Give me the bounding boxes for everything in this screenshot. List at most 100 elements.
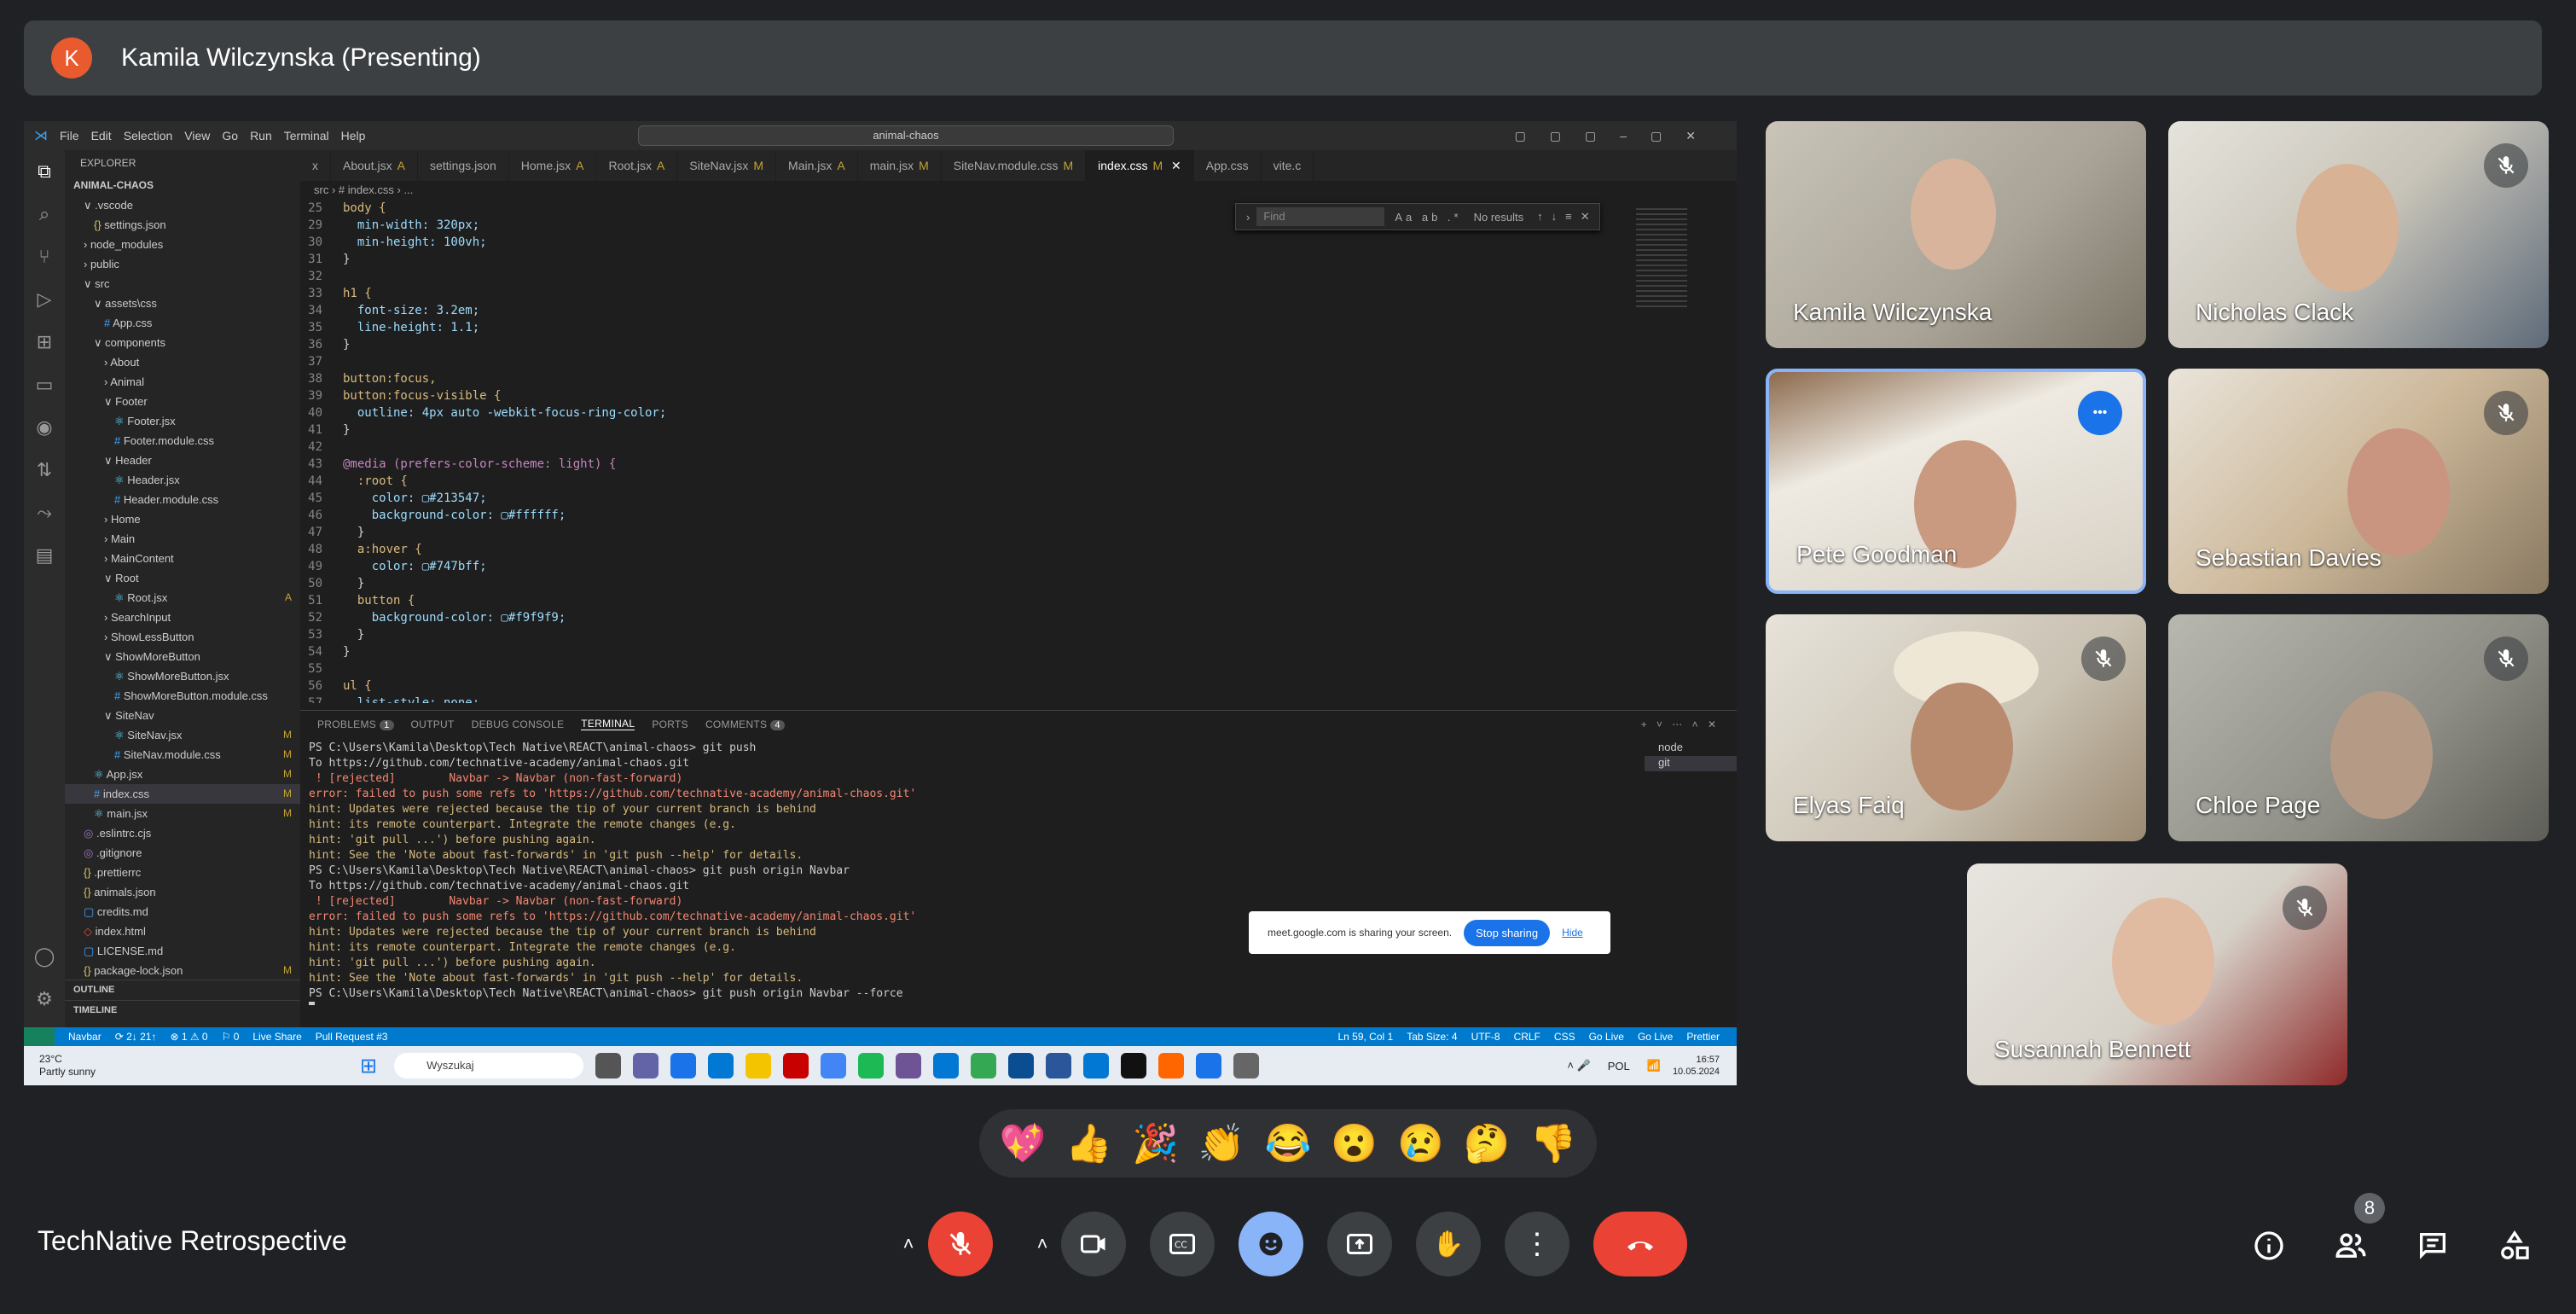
tree-item[interactable]: ◎ .eslintrc.cjs — [65, 823, 300, 843]
menu-item[interactable]: Edit — [91, 129, 112, 142]
editor-tab[interactable]: settings.json — [418, 150, 509, 181]
tree-item[interactable]: ∨ SiteNav — [65, 706, 300, 725]
explorer-icon[interactable]: ⧉ — [24, 150, 65, 193]
participant-tile-active[interactable]: ••• Pete Goodman — [1766, 369, 2146, 594]
remote-explorer-icon[interactable]: ▭ — [24, 363, 65, 406]
hide-link[interactable]: Hide — [1562, 927, 1583, 939]
search-icon[interactable]: ⌕ — [24, 193, 65, 235]
status-item[interactable]: UTF-8 — [1471, 1031, 1500, 1043]
taskbar-app-icon[interactable] — [1008, 1053, 1035, 1079]
editor-tab[interactable]: About.jsx A — [331, 150, 418, 181]
tree-item[interactable]: ⚛ main.jsx M — [65, 804, 300, 823]
chat-icon[interactable] — [2411, 1224, 2455, 1268]
taskbar-app-icon[interactable] — [633, 1053, 659, 1079]
tray-icons[interactable]: ˄ 🎤 — [1567, 1059, 1590, 1073]
tree-item[interactable]: ∨ components — [65, 333, 300, 352]
reaction-emoji[interactable]: 💖 — [999, 1121, 1046, 1166]
more-options-button[interactable]: ⋮ — [1505, 1212, 1569, 1276]
camera-toggle-button[interactable] — [1061, 1212, 1126, 1276]
tree-item[interactable]: › Home — [65, 509, 300, 529]
taskbar-app-icon[interactable] — [1233, 1053, 1260, 1079]
code-editor[interactable]: 25 body {29 min-width: 320px; 30 min-heigh… — [300, 200, 1639, 703]
tree-item[interactable]: ⚛ ShowMoreButton.jsx — [65, 666, 300, 686]
tree-item[interactable]: {} settings.json — [65, 215, 300, 235]
tree-item[interactable]: ⚛ Header.jsx — [65, 470, 300, 490]
command-center-search[interactable]: animal-chaos — [638, 125, 1174, 146]
reaction-emoji[interactable]: 😢 — [1397, 1121, 1444, 1166]
panel-tab[interactable]: COMMENTS 4 — [705, 718, 785, 730]
status-item[interactable]: Live Share — [252, 1031, 301, 1043]
audio-options-chevron-icon[interactable]: ˄ — [884, 1212, 933, 1276]
tree-item[interactable]: › ShowLessButton — [65, 627, 300, 647]
tree-item[interactable]: › MainContent — [65, 549, 300, 568]
video-options-chevron-icon[interactable]: ˄ — [1018, 1212, 1066, 1276]
taskbar-app-icon[interactable] — [1196, 1053, 1222, 1079]
participant-tile[interactable]: Susannah Bennett — [1967, 863, 2347, 1085]
tree-item[interactable]: # App.css — [65, 313, 300, 333]
remote-indicator-icon[interactable] — [24, 1027, 55, 1046]
taskbar-app-icon[interactable] — [858, 1053, 885, 1079]
status-item[interactable]: CSS — [1554, 1031, 1575, 1043]
weather-widget[interactable]: 23°C Partly sunny — [39, 1053, 96, 1079]
taskbar-app-icon[interactable] — [1046, 1053, 1072, 1079]
taskbar-app-icon[interactable] — [1121, 1053, 1147, 1079]
status-item[interactable]: Go Live — [1638, 1031, 1673, 1043]
tree-item[interactable]: # index.css M — [65, 784, 300, 804]
tree-item[interactable]: ∨ src — [65, 274, 300, 294]
reaction-emoji[interactable]: 🎉 — [1132, 1121, 1179, 1166]
reaction-emoji[interactable]: 😂 — [1265, 1121, 1312, 1166]
network-icon[interactable]: 📶 — [1647, 1059, 1661, 1073]
editor-tab[interactable]: Home.jsx A — [509, 150, 597, 181]
source-control-icon[interactable]: ⑂ — [24, 235, 65, 278]
panel-tab[interactable]: PORTS — [652, 718, 688, 730]
participant-tile[interactable]: Nicholas Clack — [2168, 121, 2549, 348]
comments-icon[interactable]: ▤ — [24, 534, 65, 577]
tree-item[interactable]: ◎ .gitignore — [65, 843, 300, 863]
timeline-section[interactable]: TIMELINE — [65, 1000, 300, 1020]
panel-tab[interactable]: PROBLEMS 1 — [317, 718, 394, 730]
participant-tile[interactable]: Chloe Page — [2168, 614, 2549, 841]
breadcrumb[interactable]: src › # index.css › ... — [300, 181, 1737, 200]
minimap[interactable] — [1627, 200, 1721, 703]
editor-tab[interactable]: x — [300, 150, 331, 181]
tree-item[interactable]: ∨ assets\css — [65, 294, 300, 313]
tree-item[interactable]: ⚛ Footer.jsx — [65, 411, 300, 431]
tree-item[interactable]: ▢ credits.md — [65, 902, 300, 922]
tree-item[interactable]: # ShowMoreButton.module.css — [65, 686, 300, 706]
tree-item[interactable]: ▢ LICENSE.md — [65, 941, 300, 961]
mic-toggle-button[interactable] — [928, 1212, 993, 1276]
tree-item[interactable]: {} package-lock.json M — [65, 961, 300, 980]
taskbar-app-icon[interactable] — [595, 1053, 622, 1079]
raise-hand-button[interactable]: ✋ — [1416, 1212, 1481, 1276]
panel-tab[interactable]: DEBUG CONSOLE — [472, 718, 565, 730]
find-input[interactable]: Find — [1256, 207, 1385, 226]
extensions-icon[interactable]: ⊞ — [24, 321, 65, 363]
status-item[interactable]: ⊗ 1 ⚠ 0 — [170, 1031, 207, 1043]
editor-tab[interactable]: Root.jsx A — [596, 150, 678, 181]
taskbar-app-icon[interactable] — [821, 1053, 847, 1079]
reaction-emoji[interactable]: 🤔 — [1464, 1121, 1511, 1166]
settings-gear-icon[interactable]: ⚙ — [24, 978, 65, 1020]
editor-tab[interactable]: Main.jsx A — [776, 150, 858, 181]
tree-item[interactable]: ◇ index.html — [65, 922, 300, 941]
emoji-reactions-button[interactable] — [1239, 1212, 1303, 1276]
captions-button[interactable]: CC — [1150, 1212, 1215, 1276]
status-item[interactable]: Navbar — [68, 1031, 102, 1043]
stop-sharing-button[interactable]: Stop sharing — [1464, 919, 1551, 946]
editor-tab[interactable]: SiteNav.module.css M — [942, 150, 1087, 181]
tree-item[interactable]: ∨ Footer — [65, 392, 300, 411]
menu-item[interactable]: File — [60, 129, 79, 142]
more-options-icon[interactable]: ••• — [2078, 391, 2122, 435]
tree-item[interactable]: ⚛ SiteNav.jsx M — [65, 725, 300, 745]
status-item[interactable]: Go Live — [1589, 1031, 1624, 1043]
tree-item[interactable]: ∨ ShowMoreButton — [65, 647, 300, 666]
status-item[interactable]: ⟳ 2↓ 21↑ — [115, 1031, 157, 1043]
tree-item[interactable]: › About — [65, 352, 300, 372]
status-item[interactable]: Tab Size: 4 — [1407, 1031, 1457, 1043]
tree-item[interactable]: {} .prettierrc — [65, 863, 300, 882]
participant-tile[interactable]: Sebastian Davies — [2168, 369, 2549, 594]
tree-item[interactable]: # SiteNav.module.css M — [65, 745, 300, 765]
taskbar-app-icon[interactable] — [670, 1053, 697, 1079]
tree-item[interactable]: # Header.module.css — [65, 490, 300, 509]
panel-actions-icon[interactable]: + ˅ ⋯ ˄ ✕ — [1641, 718, 1720, 730]
